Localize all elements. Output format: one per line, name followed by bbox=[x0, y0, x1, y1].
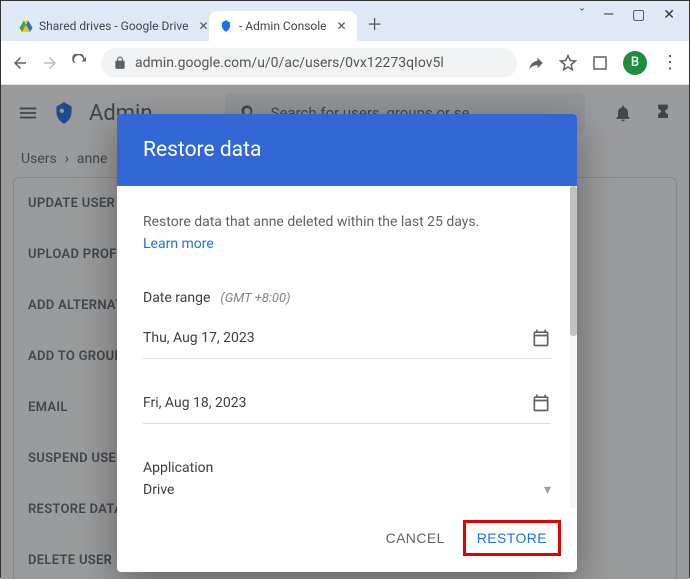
browser-menu-icon[interactable]: ⋮ bbox=[661, 52, 679, 73]
nav-forward-button[interactable] bbox=[41, 54, 61, 72]
calendar-icon[interactable] bbox=[531, 328, 551, 348]
window-controls: ˇ — ▢ ✕ bbox=[565, 1, 689, 29]
share-icon[interactable] bbox=[527, 54, 545, 72]
avatar-letter: B bbox=[631, 55, 639, 70]
dialog-title: Restore data bbox=[117, 114, 577, 186]
cancel-button[interactable]: CANCEL bbox=[372, 520, 459, 556]
learn-more-link[interactable]: Learn more bbox=[143, 236, 214, 252]
chevron-down-icon: ▾ bbox=[544, 482, 551, 498]
nav-back-button[interactable] bbox=[11, 54, 31, 72]
caret-down-icon[interactable]: ˇ bbox=[579, 7, 585, 23]
page-viewport: Admin Search for users, groups or se Use… bbox=[1, 85, 689, 579]
browser-tabs: Shared drives - Google Drive ✕ - Admin C… bbox=[9, 1, 393, 41]
date-from-field[interactable]: Thu, Aug 17, 2023 bbox=[143, 328, 551, 359]
calendar-icon[interactable] bbox=[531, 393, 551, 413]
drive-icon bbox=[19, 19, 33, 33]
date-to-value: Fri, Aug 18, 2023 bbox=[143, 395, 246, 411]
restore-button[interactable]: RESTORE bbox=[463, 520, 561, 556]
application-select[interactable]: Drive ▾ bbox=[143, 482, 551, 500]
dialog-description: Restore data that anne deleted within th… bbox=[143, 214, 551, 230]
browser-tab-admin[interactable]: - Admin Console ✕ bbox=[209, 11, 357, 41]
extensions-icon[interactable] bbox=[591, 54, 609, 72]
profile-avatar[interactable]: B bbox=[623, 51, 647, 75]
bookmark-star-icon[interactable] bbox=[559, 54, 577, 72]
tab-title: Shared drives - Google Drive bbox=[39, 19, 188, 33]
date-to-field[interactable]: Fri, Aug 18, 2023 bbox=[143, 393, 551, 424]
window-titlebar: Shared drives - Google Drive ✕ - Admin C… bbox=[1, 1, 689, 41]
browser-tab-drive[interactable]: Shared drives - Google Drive ✕ bbox=[9, 11, 209, 41]
label-text: Date range bbox=[143, 290, 210, 306]
lock-icon bbox=[113, 56, 127, 70]
window-minimize[interactable]: — bbox=[603, 7, 614, 23]
dialog-actions: CANCEL RESTORE bbox=[117, 508, 577, 572]
application-label: Application bbox=[143, 460, 551, 476]
new-tab-button[interactable]: ＋ bbox=[357, 5, 393, 41]
application-value: Drive bbox=[143, 482, 174, 498]
timezone-text: (GMT +8:00) bbox=[220, 291, 290, 306]
window-close[interactable]: ✕ bbox=[663, 7, 675, 23]
close-icon[interactable]: ✕ bbox=[198, 19, 208, 33]
dialog-body: Restore data that anne deleted within th… bbox=[117, 186, 577, 508]
restore-data-dialog: Restore data Restore data that anne dele… bbox=[117, 114, 577, 572]
address-bar[interactable]: admin.google.com/u/0/ac/users/0vx12273qI… bbox=[101, 48, 517, 78]
date-range-label: Date range (GMT +8:00) bbox=[143, 290, 551, 306]
nav-reload-button[interactable] bbox=[71, 54, 91, 72]
browser-toolbar: admin.google.com/u/0/ac/users/0vx12273qI… bbox=[1, 41, 689, 85]
address-text: admin.google.com/u/0/ac/users/0vx12273qI… bbox=[135, 55, 444, 71]
window-maximize[interactable]: ▢ bbox=[632, 7, 645, 23]
dialog-scrollbar-thumb[interactable] bbox=[570, 186, 577, 336]
admin-icon bbox=[219, 19, 233, 33]
tab-title: - Admin Console bbox=[239, 19, 327, 33]
close-icon[interactable]: ✕ bbox=[337, 19, 347, 33]
date-from-value: Thu, Aug 17, 2023 bbox=[143, 330, 255, 346]
